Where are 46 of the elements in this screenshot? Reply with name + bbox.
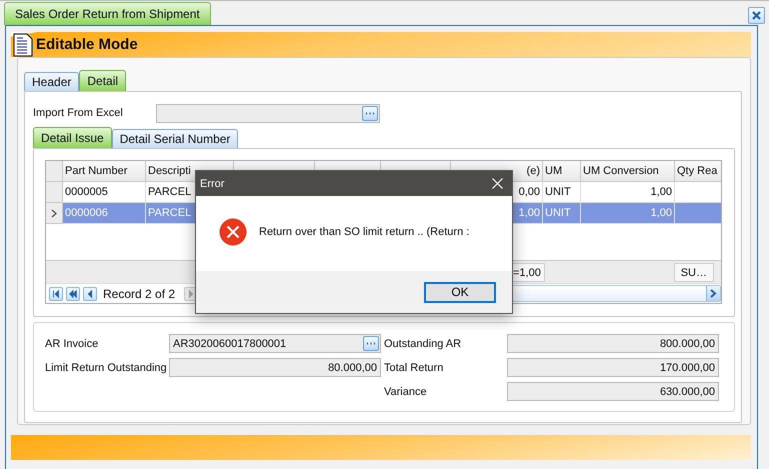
field-label: Limit Return Outstanding [45,360,168,376]
error-icon [219,218,247,246]
table-cell: UNIT [543,203,581,224]
chevron-right-icon [710,289,717,298]
column-header[interactable]: UM Conversion [581,161,675,182]
table-cell: 1,00 [581,203,675,224]
column-header[interactable]: UM [543,161,581,182]
amount-field[interactable]: 630.000,00 [507,382,719,401]
browse-button[interactable] [362,106,378,120]
amount-field[interactable]: 170.000,00 [507,358,719,377]
previous-record-button[interactable] [83,286,97,300]
file-field[interactable] [156,104,380,122]
close-icon [752,11,761,20]
error-message: Return over than SO limit return .. (Return : [259,226,470,238]
tab[interactable]: Detail Issue [33,127,112,148]
corner-header [46,161,63,182]
browse-button[interactable] [363,336,379,351]
document-tab[interactable]: Sales Order Return from Shipment [4,2,211,25]
previous-page-button[interactable] [66,286,80,300]
table-cell [675,203,721,224]
tab[interactable]: Header [24,72,80,91]
amount-field[interactable]: 80.000,00 [169,358,381,377]
tab[interactable]: Detail [79,70,126,91]
invoice-field[interactable]: AR3020060017800001 [169,334,381,353]
close-icon [492,178,502,189]
field-label: Variance [384,384,428,400]
field-label: AR Invoice [45,336,100,352]
double-left-icon [68,288,78,298]
field-label: Outstanding AR [384,336,462,352]
field-label: Total Return [384,360,444,376]
first-icon [51,288,61,298]
table-cell: 0000006 [63,203,146,224]
record-counter: Record 2 of 2 [103,286,176,300]
ok-button[interactable]: OK [424,282,496,302]
column-header[interactable]: Qty Rea [675,161,721,182]
amount-field[interactable]: 800.000,00 [507,334,719,353]
field-label: Import From Excel [33,107,124,119]
column-header[interactable]: Part Number [63,161,146,182]
current-row-icon [51,208,57,218]
mode-title: Editable Mode [36,36,138,53]
row-header[interactable] [46,203,63,224]
tab[interactable]: Detail Serial Number [112,129,238,148]
left-icon [85,288,95,298]
close-button[interactable] [748,7,765,24]
summary-cell: SU… [674,263,714,282]
first-record-button[interactable] [49,286,63,300]
